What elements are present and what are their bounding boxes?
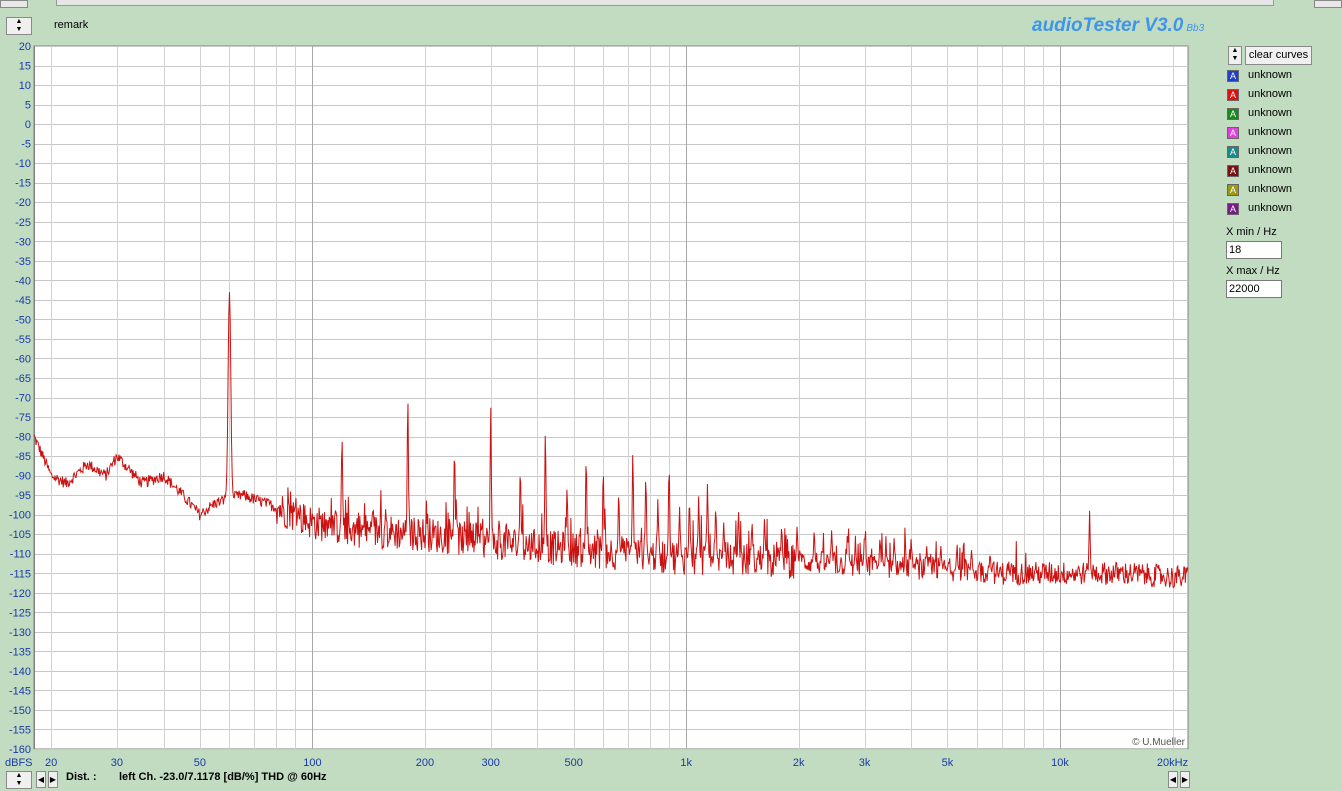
y-tick-label: -40 — [15, 275, 31, 287]
y-tick-label: -45 — [15, 295, 31, 307]
legend-item[interactable]: Aunknown — [1227, 202, 1337, 218]
y-tick-label: 15 — [19, 61, 31, 73]
y-tick-label: -30 — [15, 236, 31, 248]
legend-item-label: unknown — [1248, 145, 1293, 157]
y-tick-label: -150 — [9, 705, 31, 717]
xmax-input[interactable]: 22000 — [1226, 280, 1282, 298]
xmin-label: X min / Hz — [1226, 226, 1277, 238]
legend-item-label: unknown — [1248, 107, 1293, 119]
curve-color-swatch[interactable]: A — [1227, 165, 1239, 177]
status-text: left Ch. -23.0/7.1178 [dB/%] THD @ 60Hz — [119, 771, 327, 783]
y-tick-label: 20 — [19, 41, 31, 53]
x-tick-label: 3k — [859, 757, 871, 769]
legend-item-label: unknown — [1248, 126, 1293, 138]
y-tick-label: 0 — [25, 119, 31, 131]
y-tick-label: -70 — [15, 393, 31, 405]
y-tick-label: -35 — [15, 256, 31, 268]
y-tick-label: -145 — [9, 685, 31, 697]
y-tick-label: -120 — [9, 588, 31, 600]
y-tick-label: -85 — [15, 451, 31, 463]
y-tick-label: -105 — [9, 529, 31, 541]
x-tick-label: 20 — [45, 757, 57, 769]
x-tick-label: 2k — [793, 757, 805, 769]
x-tick-label: 10k — [1051, 757, 1069, 769]
curve-color-swatch[interactable]: A — [1227, 89, 1239, 101]
scroll-left-button[interactable]: ◀ — [36, 771, 46, 788]
legend-item-label: unknown — [1248, 88, 1293, 100]
y-tick-label: 10 — [19, 80, 31, 92]
curve-color-swatch[interactable]: A — [1227, 184, 1239, 196]
x-tick-label: 5k — [942, 757, 954, 769]
y-tick-label: -20 — [15, 197, 31, 209]
curve-color-swatch[interactable]: A — [1227, 146, 1239, 158]
legend-spin-button[interactable]: ▲ ▼ — [1228, 46, 1242, 65]
x-tick-label: 500 — [564, 757, 582, 769]
y-tick-label: -10 — [15, 158, 31, 170]
scroll-right-button[interactable]: ▶ — [48, 771, 58, 788]
curve-color-swatch[interactable]: A — [1227, 70, 1239, 82]
legend-item[interactable]: Aunknown — [1227, 107, 1337, 123]
y-tick-label: -50 — [15, 314, 31, 326]
x-tick-label: 300 — [482, 757, 500, 769]
zoom-left-button[interactable]: ◀ — [1168, 771, 1178, 788]
x-tick-label: 50 — [194, 757, 206, 769]
legend-item[interactable]: Aunknown — [1227, 164, 1337, 180]
copyright-text: © U.Mueller — [1132, 737, 1186, 748]
legend-item[interactable]: Aunknown — [1227, 88, 1337, 104]
legend-item-label: unknown — [1248, 164, 1293, 176]
legend-item[interactable]: Aunknown — [1227, 126, 1337, 142]
y-tick-label: -75 — [15, 412, 31, 424]
zoom-right-button[interactable]: ▶ — [1180, 771, 1190, 788]
y-tick-label: -110 — [10, 549, 31, 561]
y-tick-label: -65 — [15, 373, 31, 385]
y-tick-label: -55 — [15, 334, 31, 346]
y-tick-label: -90 — [15, 471, 31, 483]
legend-item[interactable]: Aunknown — [1227, 183, 1337, 199]
y-tick-label: -155 — [9, 724, 31, 736]
curve-color-swatch[interactable]: A — [1227, 127, 1239, 139]
y-tick-label: -60 — [15, 353, 31, 365]
legend-item[interactable]: Aunknown — [1227, 69, 1337, 85]
y-tick-label: -160 — [9, 744, 31, 756]
x-tick-label: 100 — [303, 757, 321, 769]
y-tick-label: -140 — [9, 666, 31, 678]
xmin-input[interactable]: 18 — [1226, 241, 1282, 259]
x-tick-label: 200 — [416, 757, 434, 769]
x-tick-label: 1k — [680, 757, 692, 769]
curve-color-swatch[interactable]: A — [1227, 203, 1239, 215]
clear-curves-button[interactable]: clear curves — [1245, 46, 1312, 65]
y-tick-label: -80 — [15, 432, 31, 444]
legend-item[interactable]: Aunknown — [1227, 145, 1337, 161]
y-tick-label: -115 — [10, 568, 31, 580]
y-tick-label: -125 — [9, 607, 31, 619]
legend-item-label: unknown — [1248, 183, 1293, 195]
xmax-label: X max / Hz — [1226, 265, 1280, 277]
y-tick-label: -100 — [9, 510, 31, 522]
y-tick-labels: 20 15 10 5 0 -5 -10 -15 -20 -25 -30 -35 -40 -45 -50 -55… — [9, 41, 31, 756]
curve-color-swatch[interactable]: A — [1227, 108, 1239, 120]
y-tick-label: -135 — [9, 646, 31, 658]
x-tick-label: 30 — [111, 757, 123, 769]
x-tick-label: 20kHz — [1157, 757, 1188, 769]
legend-item-label: unknown — [1248, 202, 1293, 214]
y-tick-label: -25 — [15, 217, 31, 229]
plot-area — [33, 45, 1189, 750]
legend-item-label: unknown — [1248, 69, 1293, 81]
dist-label: Dist. : — [66, 771, 97, 783]
bottom-spin-button[interactable]: ▲ ▼ — [6, 771, 32, 789]
y-tick-label: -5 — [21, 139, 31, 151]
spectrum-chart: 20151050-5-10-15-20-25-30-35-40-45-50-55… — [5, 41, 1189, 769]
y-tick-label: -95 — [15, 490, 31, 502]
y-tick-label: -130 — [9, 627, 31, 639]
y-tick-label: 5 — [25, 100, 31, 112]
y-tick-label: -15 — [15, 178, 31, 190]
y-axis-label: dBFS — [5, 757, 33, 769]
x-tick-labels: 20 30 50 100 200 300 500 1k 2k 3k 5k 10k 20kHz — [45, 757, 1188, 769]
